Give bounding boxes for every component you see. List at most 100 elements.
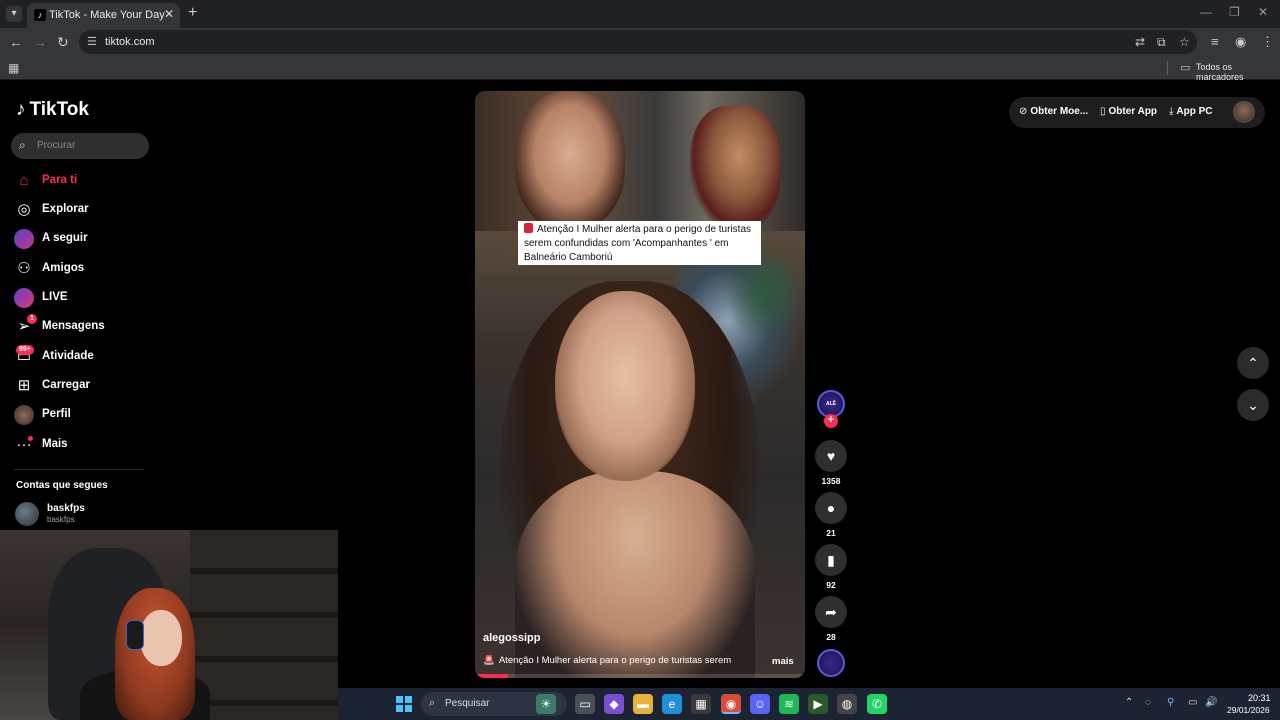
tab-search-icon[interactable]: ▾ [6,6,22,22]
save-count: 92 [826,580,836,590]
store-icon[interactable]: ▦ [691,694,711,714]
sidebar-item-para-ti[interactable]: ⌂ Para ti [14,171,154,193]
volume-icon[interactable]: 🔊 [1205,697,1217,708]
network-icon[interactable]: ▭ [1188,697,1197,708]
sidebar-item-amigos[interactable]: ⚇ Amigos [14,259,154,281]
get-app-button[interactable]: ▯ Obter App [1100,106,1157,117]
sidebar-item-mensagens[interactable]: ➢ 1 Mensagens [14,314,154,339]
next-video-button[interactable]: ⌄ [1237,389,1269,421]
back-icon[interactable]: ← [9,34,23,50]
sidebar-item-label: A seguir [42,232,88,244]
sidebar-item-carregar[interactable]: ⊞ Carregar [14,376,154,398]
browser-tab-bar: ▾ ♪ TikTok - Make Your Day ✕ + — ❐ ✕ [0,0,1280,28]
video-author[interactable]: alegossipp [483,632,540,644]
upload-icon: ⊞ [17,377,31,394]
sidebar-item-mais[interactable]: ··· Mais [14,435,154,457]
chrome-icon[interactable]: ◉ [721,694,741,714]
new-tab-icon[interactable]: + [188,4,197,22]
maximize-icon[interactable]: ❐ [1229,5,1240,19]
folder-icon[interactable]: ▭ [1180,61,1190,74]
home-icon: ⌂ [19,172,29,189]
search-placeholder: Procurar [37,140,76,151]
comment-button[interactable]: ● [815,492,847,524]
caption-text: Atenção I Mulher alerta para o perigo de… [524,224,752,263]
install-app-icon[interactable]: ⧉ [1157,35,1166,50]
discord-icon[interactable]: ☺ [750,694,770,714]
pc-app-button[interactable]: ⤓ App PC [1169,106,1213,117]
more-notification-dot [28,436,33,441]
previous-video-button[interactable]: ⌃ [1237,347,1269,379]
minimize-icon[interactable]: — [1200,5,1212,19]
avatar[interactable] [1233,101,1255,123]
video-progress-bar[interactable] [475,674,805,678]
save-button[interactable]: ▮ [815,544,847,576]
like-button[interactable]: ♥ [815,440,847,472]
all-bookmarks-link[interactable]: Todos os marcadores [1196,62,1280,82]
webcam-shelf [190,530,338,720]
tray-app-icon[interactable]: ◌ [1145,697,1151,708]
video-player[interactable]: Atenção I Mulher alerta para o perigo de… [475,91,805,678]
following-account-name[interactable]: baskfps [47,503,85,514]
forward-icon[interactable]: → [33,34,47,50]
site-info-icon[interactable]: ☰ [87,35,97,48]
search-input[interactable]: ⌕ Procurar [11,133,149,159]
tiktok-logo[interactable]: ♪ TikTok [16,99,89,121]
video-person-top [690,106,780,231]
more-button[interactable]: mais [772,656,794,667]
tray-chevron-icon[interactable]: ⌃ [1125,697,1133,708]
webcam-overlay [0,530,338,720]
media-controls-icon[interactable]: ≡ [1211,34,1219,49]
app-icon[interactable]: ▶ [808,694,828,714]
following-account-handle: baskfps [47,515,75,524]
live-icon [14,288,34,308]
music-disc-icon[interactable] [817,649,845,677]
file-explorer-icon[interactable]: ▬ [633,694,653,714]
windows-start-icon[interactable] [396,696,412,712]
spotify-icon[interactable]: ≋ [779,694,799,714]
browser-tab[interactable]: ♪ TikTok - Make Your Day ✕ [27,3,180,28]
bookmarks-bar: ▦ ▭ Todos os marcadores [0,56,1280,82]
address-bar[interactable]: ☰ tiktok.com ⇄ ⧉ ☆ [79,30,1197,54]
get-coins-button[interactable]: ⊘ Obter Moe... [1019,106,1088,117]
sidebar-divider [14,469,144,470]
video-face-top [515,91,625,231]
follow-button[interactable]: + [824,414,838,428]
widgets-icon[interactable]: ◆ [604,694,624,714]
tiktok-favicon-icon: ♪ [34,9,46,21]
search-icon: ⌕ [429,697,436,709]
share-button[interactable]: ➦ [815,596,847,628]
tab-close-icon[interactable]: ✕ [164,7,174,21]
window-close-icon[interactable]: ✕ [1258,5,1268,19]
description-text: Atenção I Mulher alerta para o perigo de… [498,655,732,666]
reload-icon[interactable]: ↻ [57,34,69,51]
taskbar-search-text: Pesquisar [445,698,490,709]
avatar[interactable] [15,502,39,526]
apps-grid-icon[interactable]: ▦ [8,61,19,75]
sidebar-item-perfil[interactable]: Perfil [14,405,154,427]
sidebar-item-atividade[interactable]: ▭ 99+ Atividade [14,345,154,369]
comment-count: 21 [826,528,836,538]
sidebar-item-a-seguir[interactable]: A seguir [14,229,154,251]
microphone-icon[interactable]: ⚲ [1167,697,1174,708]
search-highlight-icon[interactable]: ☀ [536,694,556,714]
browser-menu-icon[interactable]: ⋮ [1261,34,1274,50]
video-description: 🚨 Atenção I Mulher alerta para o perigo d… [483,655,743,666]
sidebar-item-explorar[interactable]: ◎ Explorar [14,200,154,222]
sidebar-item-label: Mensagens [42,320,105,332]
search-icon: ⌕ [19,138,26,152]
browser-toolbar: ← → ↻ ☰ tiktok.com ⇄ ⧉ ☆ ≡ ◉ ⋮ [0,28,1280,56]
headset-icon [126,620,144,650]
profile-icon[interactable]: ◉ [1235,34,1246,50]
bookmark-star-icon[interactable]: ☆ [1179,35,1190,49]
obs-icon[interactable]: ◍ [837,694,857,714]
sidebar-item-live[interactable]: LIVE [14,288,154,310]
task-view-icon[interactable]: ▭ [575,694,595,714]
get-app-label: Obter App [1108,106,1158,117]
clock-date[interactable]: 29/01/2026 [1227,705,1270,715]
heart-icon: ♥ [826,448,836,464]
edge-icon[interactable]: e [662,694,682,714]
clock-time[interactable]: 20:31 [1248,693,1271,703]
whatsapp-icon[interactable]: ✆ [867,694,887,714]
translate-icon[interactable]: ⇄ [1135,35,1145,49]
activity-badge: 99+ [16,345,34,355]
